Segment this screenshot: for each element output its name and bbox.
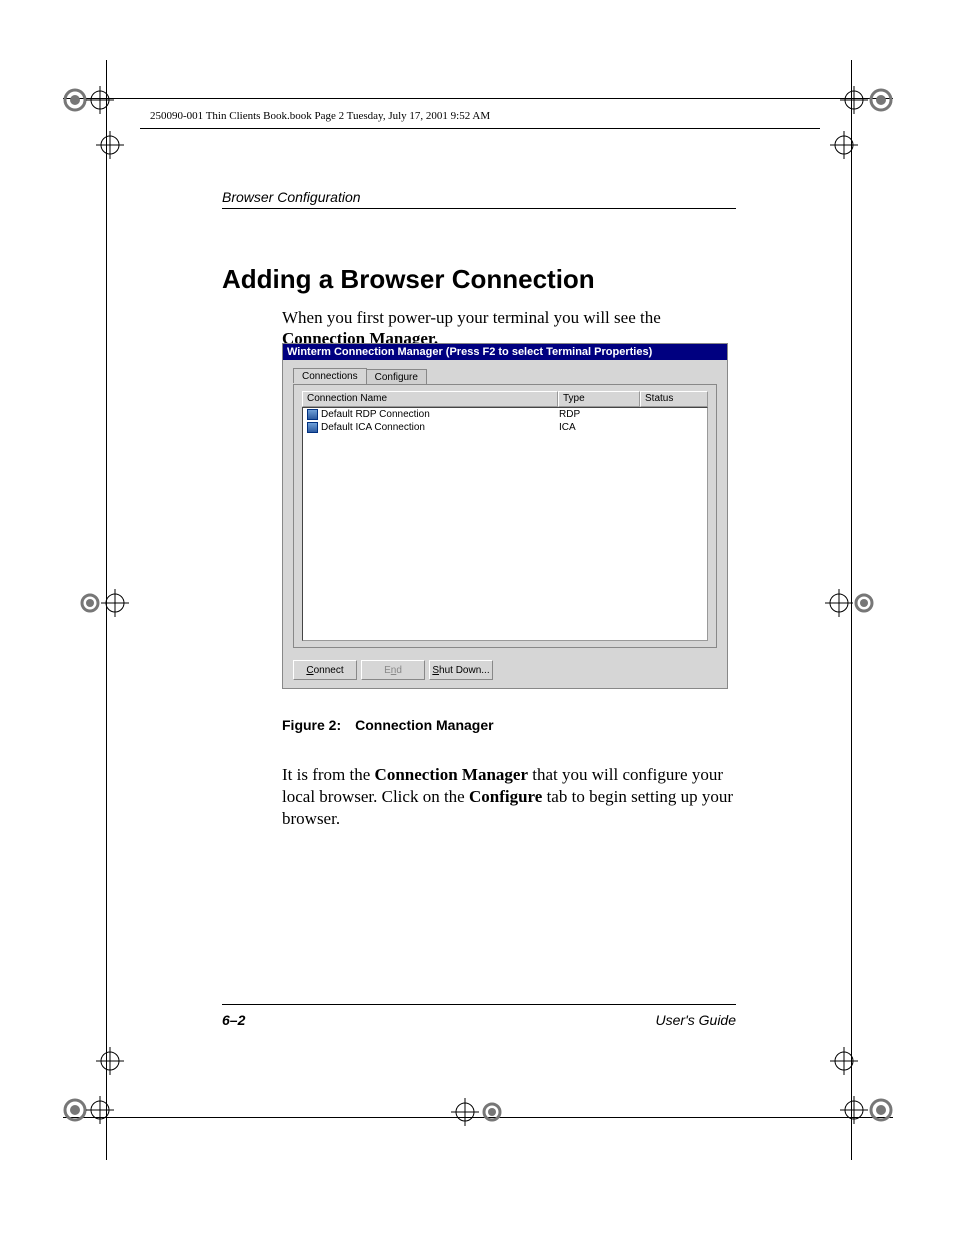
shutdown-button[interactable]: Shut Down... — [429, 660, 493, 680]
registration-mark-icon — [55, 1080, 115, 1140]
registration-mark-icon — [95, 130, 125, 160]
body-paragraph: It is from the Connection Manager that y… — [282, 764, 736, 829]
connection-name: Default RDP Connection — [321, 409, 430, 420]
end-button: End — [361, 660, 425, 680]
col-type[interactable]: Type — [558, 391, 640, 407]
guide-label: User's Guide — [656, 1012, 736, 1028]
tab-strip: Connections Configure — [293, 368, 426, 383]
crop-line-top — [63, 98, 893, 99]
bold-text: Configure — [469, 787, 542, 806]
col-connection-name[interactable]: Connection Name — [302, 391, 558, 407]
connection-status — [641, 422, 707, 433]
window-button-bar: Connect End Shut Down... — [293, 660, 493, 680]
figure-caption: Figure 2: Connection Manager — [282, 717, 494, 733]
footer-rule — [222, 1004, 736, 1005]
registration-mark-icon — [80, 588, 130, 618]
connection-name: Default ICA Connection — [321, 422, 425, 433]
registration-mark-icon — [829, 1046, 859, 1076]
connection-icon — [307, 422, 318, 433]
connection-type: RDP — [559, 409, 641, 420]
tab-panel: Connection Name Type Status Default RDP … — [293, 384, 717, 648]
connect-button[interactable]: Connect — [293, 660, 357, 680]
figure-title: Connection Manager — [355, 717, 493, 733]
connection-list[interactable]: Default RDP Connection RDP Default ICA C… — [302, 407, 708, 641]
section-heading: Adding a Browser Connection — [222, 264, 595, 295]
registration-mark-icon — [839, 1080, 899, 1140]
running-head-rule — [222, 208, 736, 209]
figure-label: Figure 2: — [282, 717, 341, 733]
tab-configure[interactable]: Configure — [366, 369, 427, 384]
intro-text: When you first power-up your terminal yo… — [282, 308, 661, 327]
connection-manager-window: Winterm Connection Manager (Press F2 to … — [282, 343, 728, 689]
col-status[interactable]: Status — [640, 391, 708, 407]
list-item[interactable]: Default ICA Connection ICA — [303, 421, 707, 434]
registration-mark-icon — [95, 1046, 125, 1076]
registration-mark-icon — [839, 70, 899, 130]
bold-text: Connection Manager — [375, 765, 528, 784]
connection-status — [641, 409, 707, 420]
connection-type: ICA — [559, 422, 641, 433]
registration-mark-icon — [829, 130, 859, 160]
page-number: 6–2 — [222, 1012, 245, 1028]
registration-mark-icon — [55, 70, 115, 130]
connection-icon — [307, 409, 318, 420]
registration-mark-icon — [824, 588, 874, 618]
doc-info-rule — [140, 128, 820, 129]
window-titlebar: Winterm Connection Manager (Press F2 to … — [283, 344, 727, 360]
list-header: Connection Name Type Status — [302, 391, 708, 407]
list-item[interactable]: Default RDP Connection RDP — [303, 408, 707, 421]
running-head: Browser Configuration — [222, 189, 361, 205]
tab-connections[interactable]: Connections — [293, 368, 367, 383]
doc-info-line: 250090-001 Thin Clients Book.book Page 2… — [150, 110, 490, 122]
registration-mark-icon — [450, 1092, 510, 1132]
text: It is from the — [282, 765, 375, 784]
